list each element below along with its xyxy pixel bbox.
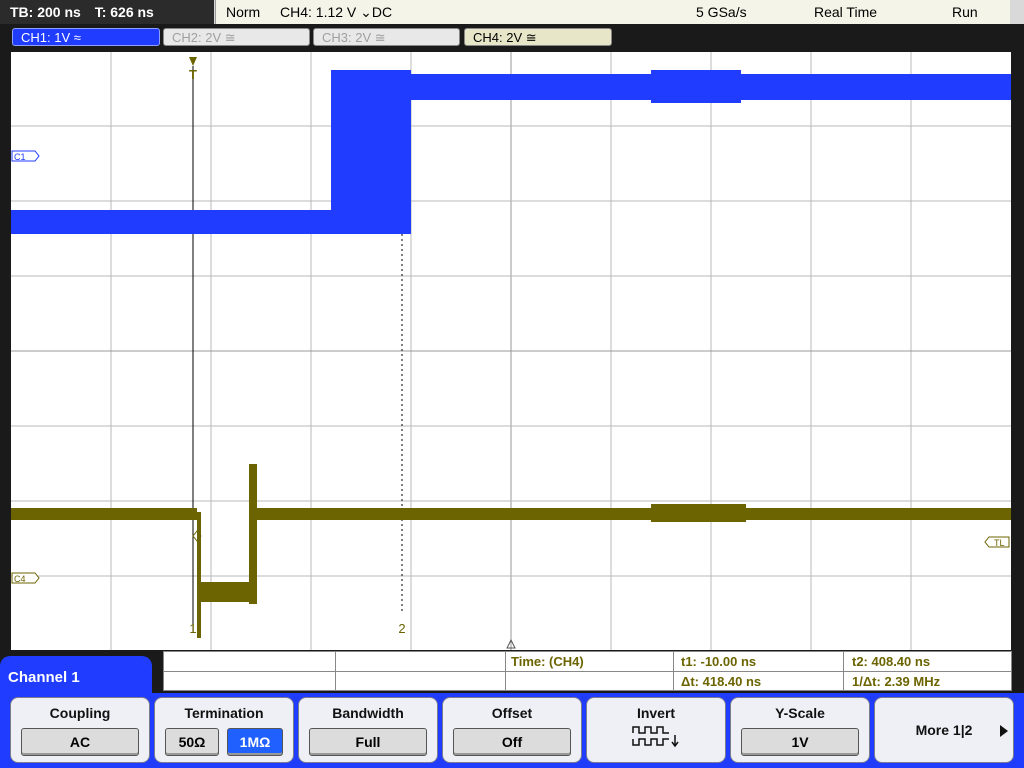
invert-waveform-icon [632, 726, 679, 748]
trigger-marker: T [189, 67, 197, 82]
channel-4-label: CH4: 2V ≅ [473, 30, 537, 45]
channel-2-tab[interactable]: CH2: 2V ≅ [163, 28, 310, 46]
channel-3-tab[interactable]: CH3: 2V ≅ [313, 28, 460, 46]
waveform-display[interactable]: T C1 C4 TL 1 2 [11, 52, 1011, 650]
trigger-arrow-icon[interactable] [189, 57, 197, 66]
tl-marker-label: TL [994, 538, 1005, 548]
channel-2-label: CH2: 2V ≅ [172, 30, 236, 45]
trigger-setting: CH4: 1.12 V ⌄DC [280, 4, 393, 20]
c1-ground-marker[interactable]: C1 [11, 150, 40, 162]
coupling-label: Coupling [49, 705, 111, 721]
trigger-level-marker[interactable]: TL [984, 536, 1010, 548]
offset-label: Offset [491, 705, 533, 721]
termination-label: Termination [184, 705, 264, 721]
menu-title: Channel 1 [0, 656, 152, 694]
bandwidth-softkey[interactable]: Bandwidth Full [298, 697, 438, 763]
channel-1-label: CH1: 1V ≈ [21, 30, 81, 45]
measurement-source: Time: (CH4) [511, 654, 584, 669]
delta-t-value: Δt: 418.40 ns [681, 674, 762, 689]
next-page-icon [1000, 725, 1008, 737]
c4-ground-marker[interactable]: C4 [11, 572, 40, 584]
more-label: More 1|2 [915, 722, 973, 738]
invert-softkey[interactable]: Invert [586, 697, 726, 763]
termination-softkey[interactable]: Termination 50Ω 1MΩ [154, 697, 294, 763]
yscale-softkey[interactable]: Y-Scale 1V [730, 697, 870, 763]
acquisition-mode: Real Time [814, 4, 878, 20]
termination-1m-option[interactable]: 1MΩ [227, 728, 283, 756]
channel-1-tab[interactable]: CH1: 1V ≈ [12, 28, 160, 46]
trigger-time-value: T: 626 ns [94, 4, 154, 20]
coupling-value: AC [21, 728, 139, 756]
timebase-value: TB: 200 ns [10, 4, 81, 20]
measurement-panel: Time: (CH4) t1: -10.00 ns t2: 408.40 ns … [163, 651, 1012, 691]
c1-marker-label: C1 [14, 152, 26, 162]
bandwidth-label: Bandwidth [332, 705, 404, 721]
more-softkey[interactable]: More 1|2 [874, 697, 1014, 763]
c4-marker-label: C4 [14, 574, 26, 584]
invert-label: Invert [636, 705, 676, 721]
offset-softkey[interactable]: Offset Off [442, 697, 582, 763]
cursor-1-label[interactable]: 1 [189, 621, 196, 636]
graticule [11, 52, 1011, 650]
cursor-t1-value: t1: -10.00 ns [681, 654, 757, 669]
frequency-value: 1/Δt: 2.39 MHz [852, 674, 941, 689]
coupling-softkey[interactable]: Coupling AC [10, 697, 150, 763]
sample-rate: 5 GSa/s [696, 4, 747, 20]
yscale-value: 1V [741, 728, 859, 756]
cursor-t2-value: t2: 408.40 ns [852, 654, 931, 669]
offset-value: Off [453, 728, 571, 756]
acquisition-info: Norm CH4: 1.12 V ⌄DC 5 GSa/s Real Time R… [215, 0, 1010, 24]
run-state[interactable]: Run [952, 0, 978, 24]
waveform-canvas: T C1 C4 TL 1 2 [11, 52, 1011, 650]
termination-50-option[interactable]: 50Ω [165, 728, 219, 756]
cursor-2-label[interactable]: 2 [398, 621, 405, 636]
timebase-readout[interactable]: TB: 200 ns T: 626 ns [0, 0, 214, 24]
trigger-mode: Norm [226, 4, 261, 20]
yscale-label: Y-Scale [775, 705, 825, 721]
bandwidth-value: Full [309, 728, 427, 756]
channel-4-tab[interactable]: CH4: 2V ≅ [464, 28, 612, 46]
channel-3-label: CH3: 2V ≅ [322, 30, 386, 45]
